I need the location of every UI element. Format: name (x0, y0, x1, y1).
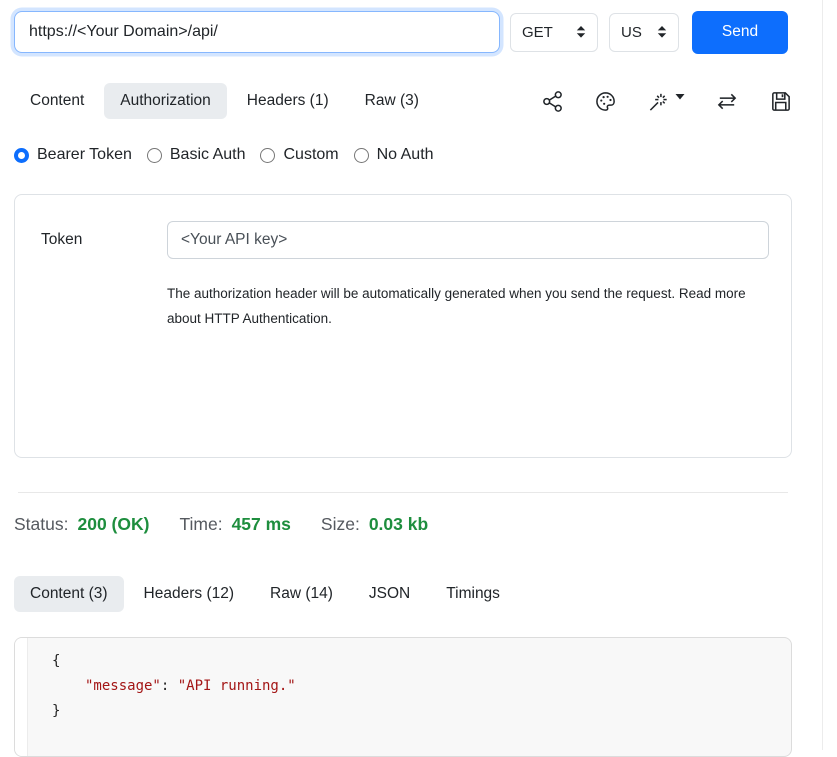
json-colon: : (161, 678, 178, 694)
tab-authorization[interactable]: Authorization (104, 83, 226, 119)
radio-unchecked-icon (147, 148, 162, 163)
json-value: "API running." (178, 678, 296, 694)
time-value: 457 ms (232, 514, 291, 535)
radio-bearer-label: Bearer Token (37, 146, 132, 164)
tab-raw[interactable]: Raw (3) (349, 83, 435, 119)
tab-content[interactable]: Content (14, 83, 100, 119)
radio-no-auth[interactable]: No Auth (354, 146, 434, 164)
scrollbar-track-edge (822, 0, 823, 750)
radio-unchecked-icon (354, 148, 369, 163)
response-status-bar: Status: 200 (OK) Time: 457 ms Size: 0.03… (14, 514, 792, 535)
code-gutter (15, 638, 28, 756)
size-label: Size: (321, 514, 360, 535)
status-label: Status: (14, 514, 68, 535)
url-input[interactable] (14, 11, 500, 53)
response-tabs-row: Content (3) Headers (12) Raw (14) JSON T… (14, 576, 792, 612)
authorization-panel: Token The authorization header will be a… (14, 194, 792, 458)
radio-custom[interactable]: Custom (260, 146, 338, 164)
auth-type-options: Bearer Token Basic Auth Custom No Auth (14, 146, 792, 164)
tab-headers[interactable]: Headers (1) (231, 83, 345, 119)
palette-icon[interactable] (594, 90, 617, 113)
save-icon[interactable] (769, 90, 792, 113)
chevron-updown-icon (576, 26, 586, 38)
caret-down-icon (675, 93, 685, 101)
method-select[interactable]: GET (510, 13, 598, 52)
json-key: "message" (85, 678, 161, 694)
code-line: "message": "API running." (52, 674, 296, 699)
resp-tab-json[interactable]: JSON (353, 576, 426, 612)
radio-unchecked-icon (260, 148, 275, 163)
send-button[interactable]: Send (692, 11, 788, 54)
swap-arrows-icon[interactable] (715, 90, 739, 113)
method-select-value: GET (522, 24, 553, 41)
radio-checked-icon (14, 148, 29, 163)
toolbar (541, 90, 792, 113)
resp-tab-raw[interactable]: Raw (14) (254, 576, 349, 612)
code-line: { (52, 649, 296, 674)
resp-tab-headers[interactable]: Headers (12) (128, 576, 250, 612)
radio-basic-label: Basic Auth (170, 146, 246, 164)
auth-help-text: The authorization header will be automat… (167, 281, 751, 331)
radio-basic-auth[interactable]: Basic Auth (147, 146, 246, 164)
region-select-value: US (621, 24, 642, 41)
resp-tab-timings[interactable]: Timings (430, 576, 516, 612)
radio-no-auth-label: No Auth (377, 146, 434, 164)
share-icon[interactable] (541, 90, 564, 113)
magic-wand-dropdown-icon[interactable] (647, 90, 685, 113)
chevron-updown-icon (657, 26, 667, 38)
radio-bearer-token[interactable]: Bearer Token (14, 146, 132, 164)
region-select[interactable]: US (609, 13, 679, 52)
resp-tab-content[interactable]: Content (3) (14, 576, 124, 612)
token-label: Token (41, 231, 167, 249)
api-tester-page: GET US Send Content Authorization Header… (0, 0, 806, 757)
divider (18, 492, 788, 493)
time-label: Time: (179, 514, 222, 535)
response-body-panel: { "message": "API running." } (14, 637, 792, 757)
size-value: 0.03 kb (369, 514, 428, 535)
response-json: { "message": "API running." } (28, 638, 296, 756)
request-tabs-row: Content Authorization Headers (1) Raw (3… (14, 83, 792, 119)
status-value: 200 (OK) (77, 514, 149, 535)
token-row: Token (41, 221, 769, 259)
code-line: } (52, 699, 296, 724)
request-bar: GET US Send (14, 10, 792, 54)
token-input[interactable] (167, 221, 769, 259)
radio-custom-label: Custom (283, 146, 338, 164)
